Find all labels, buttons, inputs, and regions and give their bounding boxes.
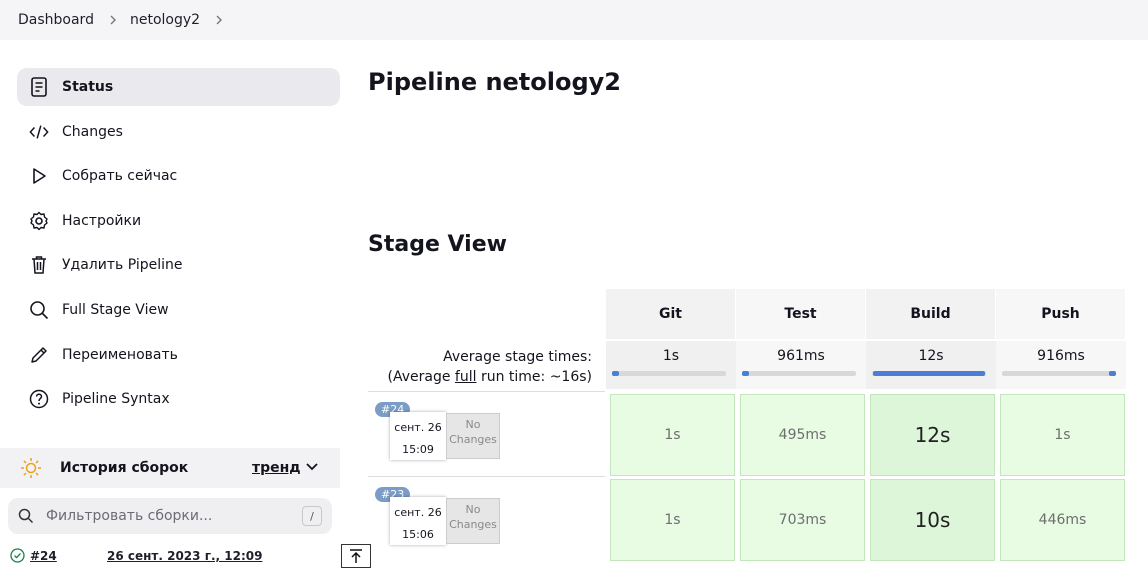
stage-header-git: Git bbox=[606, 289, 736, 339]
build-link[interactable]: #24 bbox=[30, 549, 57, 563]
full-run-link[interactable]: full bbox=[455, 369, 477, 385]
stage-cell[interactable]: 12s bbox=[870, 394, 995, 476]
run-changes: No Changes bbox=[446, 498, 500, 544]
gear-icon bbox=[29, 211, 49, 231]
run-changes: No Changes bbox=[446, 413, 500, 459]
stage-cell[interactable]: 1s bbox=[1000, 394, 1125, 476]
stage-header-build: Build bbox=[866, 289, 996, 339]
chevron-down-icon[interactable] bbox=[305, 460, 319, 474]
build-history-row: #24 26 сент. 2023 г., 12:09 bbox=[10, 548, 262, 563]
search-icon bbox=[18, 508, 34, 524]
pencil-icon bbox=[29, 345, 49, 365]
stage-header-push: Push bbox=[996, 289, 1126, 339]
average-times-label: Average stage times: (Average full run t… bbox=[368, 347, 593, 387]
run-date: сент. 26 15:06 bbox=[390, 497, 446, 545]
average-run-time-text: (Average full run time: ~16s) bbox=[368, 367, 593, 387]
no-changes-line2: Changes bbox=[449, 433, 497, 446]
average-stage-times-text: Average stage times: bbox=[443, 349, 592, 365]
run-row-header: #24 сент. 26 15:09 No Changes bbox=[368, 391, 605, 475]
run-row-header: #23 сент. 26 15:06 No Changes bbox=[368, 476, 605, 560]
sidebar-item-label: Собрать сейчас bbox=[62, 168, 178, 184]
page-title: Pipeline netology2 bbox=[368, 68, 622, 96]
sidebar-item-label: Changes bbox=[62, 124, 123, 140]
trend-link[interactable]: тренд bbox=[252, 460, 301, 476]
sidebar-item-label: Переименовать bbox=[62, 347, 178, 363]
avg-time-value: 12s bbox=[918, 348, 944, 364]
average-run-time-prefix: (Average bbox=[387, 369, 455, 385]
avg-progress-bar bbox=[1002, 371, 1116, 376]
stage-cell[interactable]: 1s bbox=[610, 394, 735, 476]
avg-progress-bar bbox=[612, 371, 726, 376]
trash-icon bbox=[29, 255, 49, 275]
run-date-day: сент. 26 bbox=[394, 421, 442, 434]
sidebar-item-label: Full Stage View bbox=[62, 302, 169, 318]
stage-cell[interactable]: 703ms bbox=[740, 479, 865, 561]
scroll-to-top-button[interactable] bbox=[341, 544, 371, 568]
sidebar-item-delete-pipeline[interactable]: Удалить Pipeline bbox=[17, 246, 340, 284]
run-date-time: 15:09 bbox=[402, 443, 434, 456]
document-icon bbox=[29, 77, 49, 97]
breadcrumb-job[interactable]: netology2 bbox=[130, 12, 200, 28]
sidebar-item-label: Pipeline Syntax bbox=[62, 391, 170, 407]
avg-progress-fill bbox=[612, 371, 619, 376]
avg-progress-fill bbox=[873, 371, 985, 376]
code-icon bbox=[29, 122, 49, 142]
sidebar-item-changes[interactable]: Changes bbox=[17, 113, 340, 151]
build-history-title: История сборок bbox=[60, 460, 189, 476]
no-changes-line1: No bbox=[465, 418, 481, 431]
chevron-right-icon[interactable] bbox=[214, 14, 224, 26]
sidebar-item-label: Настройки bbox=[62, 213, 142, 229]
chevron-right-icon bbox=[108, 14, 118, 26]
sidebar-item-build-now[interactable]: Собрать сейчас bbox=[17, 157, 340, 195]
play-icon bbox=[29, 166, 49, 186]
help-icon bbox=[29, 389, 49, 409]
filter-placeholder: Фильтровать сборки... bbox=[46, 508, 213, 524]
sidebar: Status Changes Собрать сейчас Настройки … bbox=[0, 40, 340, 566]
arrow-up-to-line-icon bbox=[350, 549, 362, 563]
breadcrumb-dashboard[interactable]: Dashboard bbox=[18, 12, 94, 28]
build-date-link[interactable]: 26 сент. 2023 г., 12:09 bbox=[107, 549, 262, 563]
stage-cell[interactable]: 446ms bbox=[1000, 479, 1125, 561]
keyboard-shortcut-hint: / bbox=[302, 506, 322, 526]
no-changes-line2: Changes bbox=[449, 518, 497, 531]
avg-time-test: 961ms bbox=[736, 341, 866, 389]
avg-progress-fill bbox=[742, 371, 749, 376]
avg-time-push: 916ms bbox=[996, 341, 1126, 389]
avg-time-value: 916ms bbox=[1037, 348, 1085, 364]
run-date: сент. 26 15:09 bbox=[390, 412, 446, 460]
stage-cell[interactable]: 495ms bbox=[740, 394, 865, 476]
stage-cell[interactable]: 1s bbox=[610, 479, 735, 561]
weather-sun-icon bbox=[21, 458, 41, 478]
run-date-time: 15:06 bbox=[402, 528, 434, 541]
stage-view-title: Stage View bbox=[368, 232, 507, 257]
no-changes-line1: No bbox=[465, 503, 481, 516]
average-run-time-suffix: run time: ~16s) bbox=[476, 369, 592, 385]
run-date-day: сент. 26 bbox=[394, 506, 442, 519]
sidebar-item-label: Status bbox=[62, 79, 114, 95]
stage-cell[interactable]: 10s bbox=[870, 479, 995, 561]
build-filter-input[interactable]: Фильтровать сборки... / bbox=[8, 498, 332, 534]
avg-time-value: 961ms bbox=[777, 348, 825, 364]
sidebar-item-label: Удалить Pipeline bbox=[62, 257, 183, 273]
breadcrumb-bar: Dashboard netology2 bbox=[0, 0, 1148, 40]
stage-header-test: Test bbox=[736, 289, 866, 339]
build-history-header: История сборок тренд bbox=[0, 448, 340, 488]
sidebar-item-rename[interactable]: Переименовать bbox=[17, 336, 340, 374]
search-icon bbox=[29, 300, 49, 320]
sidebar-item-full-stage-view[interactable]: Full Stage View bbox=[17, 291, 340, 329]
avg-time-git: 1s bbox=[606, 341, 736, 389]
avg-time-value: 1s bbox=[662, 348, 680, 364]
sidebar-item-settings[interactable]: Настройки bbox=[17, 202, 340, 240]
avg-progress-bar bbox=[742, 371, 856, 376]
sidebar-item-status[interactable]: Status bbox=[17, 68, 340, 106]
avg-progress-fill bbox=[1109, 371, 1116, 376]
avg-time-build: 12s bbox=[866, 341, 996, 389]
success-check-icon bbox=[10, 548, 25, 563]
avg-progress-bar bbox=[872, 371, 986, 376]
sidebar-item-pipeline-syntax[interactable]: Pipeline Syntax bbox=[17, 380, 340, 418]
